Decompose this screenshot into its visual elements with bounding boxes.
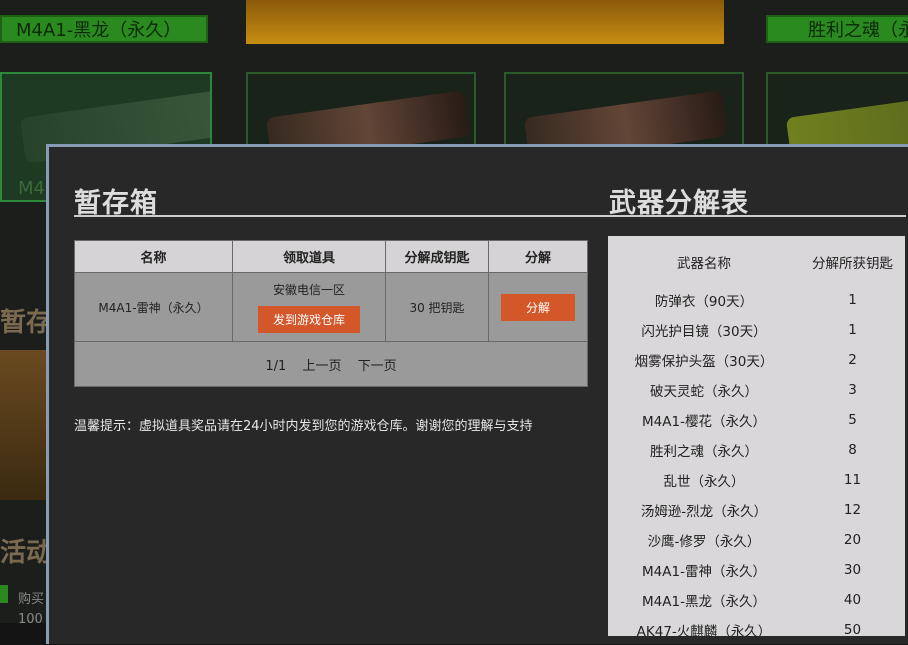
key-count: 30 — [843, 562, 862, 578]
weapon-name: 汤姆逊-烈龙（永久） — [640, 504, 768, 520]
bg-chest-image — [0, 350, 46, 500]
bg-card-label: M4 — [18, 178, 45, 199]
weapon-name: 乱世（永久） — [663, 474, 745, 490]
bg-bullet-icon — [0, 585, 8, 603]
table-row: 乱世（永久） 11 — [608, 465, 905, 495]
weapon-name: M4A1-黑龙（永久） — [642, 594, 766, 610]
key-count: 20 — [843, 532, 862, 548]
item-name: M4A1-雷神（永久） — [74, 272, 233, 342]
bg-banner — [246, 0, 724, 44]
column-header: 领取道具 — [232, 240, 386, 273]
column-header: 武器名称 — [677, 256, 731, 272]
column-header: 分解所获钥匙 — [812, 256, 893, 272]
bg-text: 100 — [18, 612, 43, 627]
table-row: 闪光护目镜（30天） 1 — [608, 315, 905, 345]
key-count: 1 — [848, 292, 857, 308]
bg-heading: 暂存 — [0, 308, 53, 338]
table-row: 汤姆逊-烈龙（永久） 12 — [608, 495, 905, 525]
keys-count: 30 把钥匙 — [385, 272, 489, 342]
weapon-name: 胜利之魂（永久） — [650, 444, 758, 460]
table-row: 沙鹰-修罗（永久） 20 — [608, 525, 905, 555]
weapon-name: M4A1-雷神（永久） — [642, 564, 766, 580]
weapon-name: M4A1-樱花（永久） — [642, 414, 766, 430]
table-row: AK47-火麒麟（永久） 50 — [608, 615, 905, 645]
claim-cell: 安徽电信一区 发到游戏仓库 — [232, 272, 386, 342]
table-row: 破天灵蛇（永久） 3 — [608, 375, 905, 405]
table-row: M4A1-黑龙（永久） 40 — [608, 585, 905, 615]
server-name: 安徽电信一区 — [272, 283, 345, 297]
notice-text: 温馨提示：虚拟道具奖品请在24小时内发到您的游戏仓库。谢谢您的理解与支持 — [74, 419, 533, 434]
bg-text: 购买 — [18, 592, 45, 607]
table-row: M4A1-雷神（永久） 安徽电信一区 发到游戏仓库 30 把钥匙 分解 — [74, 272, 588, 342]
table-row: M4A1-樱花（永久） 5 — [608, 405, 905, 435]
table-row: 防弹衣（90天） 1 — [608, 285, 905, 315]
next-page-link[interactable]: 下一页 — [358, 359, 397, 374]
key-count: 50 — [843, 622, 862, 638]
key-count: 1 — [848, 322, 857, 338]
decompose-button[interactable]: 分解 — [500, 293, 575, 321]
prev-page-link[interactable]: 上一页 — [302, 359, 341, 374]
key-count: 2 — [848, 352, 857, 368]
table-row: 胜利之魂（永久） 8 — [608, 435, 905, 465]
key-count: 5 — [848, 412, 857, 428]
weapon-name: AK47-火麒麟（永久） — [636, 624, 772, 640]
weapon-name: 破天灵蛇（永久） — [650, 384, 758, 400]
bg-heading: 活动 — [0, 538, 53, 568]
key-count: 12 — [843, 502, 862, 518]
weapon-name: 防弹衣（90天） — [654, 294, 754, 310]
table-row: 烟雾保护头盔（30天） 2 — [608, 345, 905, 375]
column-header: 名称 — [74, 240, 233, 273]
key-count: 40 — [843, 592, 862, 608]
table-row: M4A1-雷神（永久） 30 — [608, 555, 905, 585]
storage-table: 名称 领取道具 分解成钥匙 分解 M4A1-雷神（永久） 安徽电信一区 发到游戏… — [74, 240, 588, 387]
weapon-name: 烟雾保护头盔（30天） — [634, 354, 774, 370]
title-divider — [74, 215, 906, 217]
key-count: 8 — [848, 442, 857, 458]
column-header: 分解 — [488, 240, 588, 273]
weapon-name: 沙鹰-修罗（永久） — [647, 534, 761, 550]
column-header: 分解成钥匙 — [385, 240, 489, 273]
bg-item-label: 胜利之魂（永久） — [766, 15, 908, 43]
decompose-table: 武器名称 分解所获钥匙 防弹衣（90天） 1 闪光护目镜（30天） 1 烟雾保护头盔（3… — [608, 236, 905, 640]
send-to-warehouse-button[interactable]: 发到游戏仓库 — [257, 306, 360, 333]
key-count: 3 — [848, 382, 857, 398]
decompose-cell: 分解 — [488, 272, 588, 342]
bg-item-label: M4A1-黑龙（永久） — [0, 15, 208, 43]
page-indicator: 1/1 — [265, 358, 287, 374]
storage-modal: 暂存箱 武器分解表 名称 领取道具 分解成钥匙 分解 M4A1-雷神（永久） 安… — [46, 144, 908, 644]
key-count: 11 — [843, 472, 862, 488]
weapon-name: 闪光护目镜（30天） — [641, 324, 767, 340]
pagination: 1/1 上一页 下一页 — [74, 341, 588, 387]
